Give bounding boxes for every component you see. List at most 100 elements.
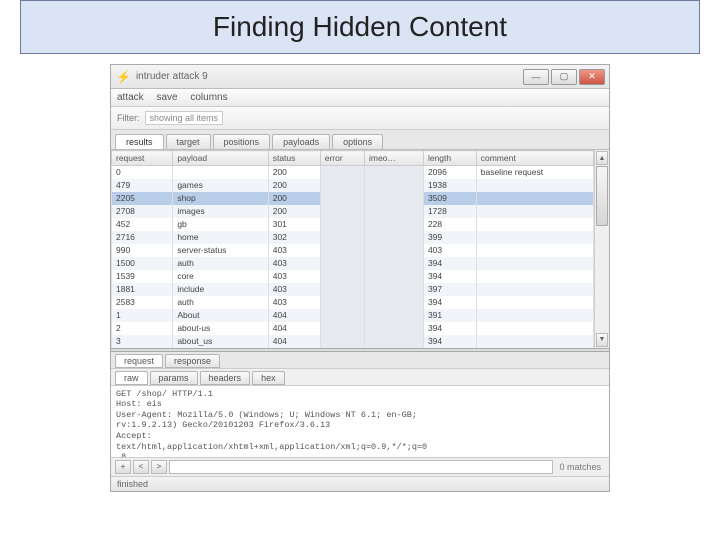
table-row[interactable]: 1881include403 397 — [112, 283, 594, 296]
col-payload[interactable]: payload — [173, 151, 268, 166]
table-cell — [476, 231, 593, 244]
table-row[interactable]: 2708images2001728 — [112, 205, 594, 218]
table-cell: baseline request — [476, 166, 593, 179]
table-cell: 2716 — [112, 231, 173, 244]
window-controls: — ▢ ✕ — [523, 69, 605, 85]
tab-hex[interactable]: hex — [252, 371, 285, 385]
table-cell: 3509 — [423, 192, 476, 205]
tab-options[interactable]: options — [332, 134, 383, 149]
close-button[interactable]: ✕ — [579, 69, 605, 85]
table-cell: 404 — [268, 309, 320, 322]
tab-positions[interactable]: positions — [213, 134, 271, 149]
menu-columns[interactable]: columns — [190, 92, 227, 103]
table-cell: 228 — [423, 218, 476, 231]
table-cell: images — [173, 205, 268, 218]
col-request[interactable]: request — [112, 151, 173, 166]
table-row[interactable]: 2583auth403394 — [112, 296, 594, 309]
table-cell — [476, 244, 593, 257]
table-cell — [320, 244, 364, 257]
status-text: finished — [117, 479, 148, 489]
table-cell — [320, 283, 364, 296]
scroll-thumb[interactable] — [596, 166, 608, 226]
col-status[interactable]: status — [268, 151, 320, 166]
table-row[interactable]: 2205shop2003509 — [112, 192, 594, 205]
table-cell — [476, 192, 593, 205]
search-input[interactable] — [169, 460, 553, 474]
table-header-row: request payload status error imeo… lengt… — [112, 151, 594, 166]
search-prev-icon[interactable]: < — [133, 460, 149, 474]
maximize-button[interactable]: ▢ — [551, 69, 577, 85]
table-cell — [320, 322, 364, 335]
table-cell: 200 — [268, 192, 320, 205]
filter-value[interactable]: showing all items — [145, 111, 224, 125]
table-cell: 2 — [112, 322, 173, 335]
table-row[interactable]: 2about-us404394 — [112, 322, 594, 335]
col-error[interactable]: error — [320, 151, 364, 166]
table-cell: 403 — [268, 283, 320, 296]
table-cell: 1 — [112, 309, 173, 322]
search-plus-icon[interactable]: + — [115, 460, 131, 474]
table-cell: games — [173, 179, 268, 192]
table-row[interactable]: 3about_us404394 — [112, 335, 594, 348]
table-cell: include — [173, 283, 268, 296]
col-length[interactable]: length — [423, 151, 476, 166]
table-row[interactable]: 452gb301228 — [112, 218, 594, 231]
tab-raw[interactable]: raw — [115, 371, 148, 385]
table-cell: 394 — [423, 296, 476, 309]
table-row[interactable]: 1About404391 — [112, 309, 594, 322]
table-cell: 394 — [423, 257, 476, 270]
tab-payloads[interactable]: payloads — [272, 134, 330, 149]
table-cell — [320, 257, 364, 270]
table-cell: 0 — [112, 166, 173, 179]
tab-headers[interactable]: headers — [200, 371, 251, 385]
table-cell — [476, 322, 593, 335]
table-cell: gb — [173, 218, 268, 231]
table-row[interactable]: 02002096baseline request — [112, 166, 594, 179]
table-cell — [320, 270, 364, 283]
tab-target[interactable]: target — [166, 134, 211, 149]
table-cell — [320, 335, 364, 348]
table-row[interactable]: 990server-status403403 — [112, 244, 594, 257]
table-cell: about_us — [173, 335, 268, 348]
minimize-button[interactable]: — — [523, 69, 549, 85]
view-tabs: raw params headers hex — [111, 368, 609, 385]
table-cell: 1881 — [112, 283, 173, 296]
table-cell: 990 — [112, 244, 173, 257]
table-cell: core — [173, 270, 268, 283]
table-cell: 1539 — [112, 270, 173, 283]
menu-attack[interactable]: attack — [117, 92, 144, 103]
slide-title-bar: Finding Hidden Content — [20, 0, 700, 54]
col-comment[interactable]: comment — [476, 151, 593, 166]
table-row[interactable]: 1500auth403394 — [112, 257, 594, 270]
search-next-icon[interactable]: > — [151, 460, 167, 474]
col-imeo[interactable]: imeo… — [364, 151, 423, 166]
tab-response[interactable]: response — [165, 354, 220, 368]
vertical-scrollbar[interactable]: ▲ ▼ — [594, 150, 609, 348]
table-cell — [364, 192, 423, 205]
tab-request[interactable]: request — [115, 354, 163, 368]
app-icon: ⚡ — [116, 70, 131, 84]
scroll-track[interactable] — [595, 166, 609, 332]
table-cell — [476, 205, 593, 218]
menu-save[interactable]: save — [156, 92, 177, 103]
tab-params[interactable]: params — [150, 371, 198, 385]
table-cell — [320, 231, 364, 244]
table-row[interactable]: 479games2001938 — [112, 179, 594, 192]
table-cell: 403 — [268, 257, 320, 270]
table-cell: 3 — [112, 335, 173, 348]
table-cell: 404 — [268, 322, 320, 335]
table-cell: 403 — [268, 270, 320, 283]
table-cell: 404 — [268, 335, 320, 348]
results-area: request payload status error imeo… lengt… — [111, 150, 609, 348]
table-cell — [320, 309, 364, 322]
table-cell: 397 — [423, 283, 476, 296]
main-tabs: results target positions payloads option… — [111, 130, 609, 150]
table-cell — [320, 205, 364, 218]
results-table: request payload status error imeo… lengt… — [111, 150, 594, 348]
table-row[interactable]: 1539core403394 — [112, 270, 594, 283]
scroll-down-icon[interactable]: ▼ — [596, 333, 608, 347]
tab-results[interactable]: results — [115, 134, 164, 149]
scroll-up-icon[interactable]: ▲ — [596, 151, 608, 165]
http-text[interactable]: GET /shop/ HTTP/1.1 Host: eis User-Agent… — [111, 385, 609, 457]
table-row[interactable]: 2716home302399 — [112, 231, 594, 244]
